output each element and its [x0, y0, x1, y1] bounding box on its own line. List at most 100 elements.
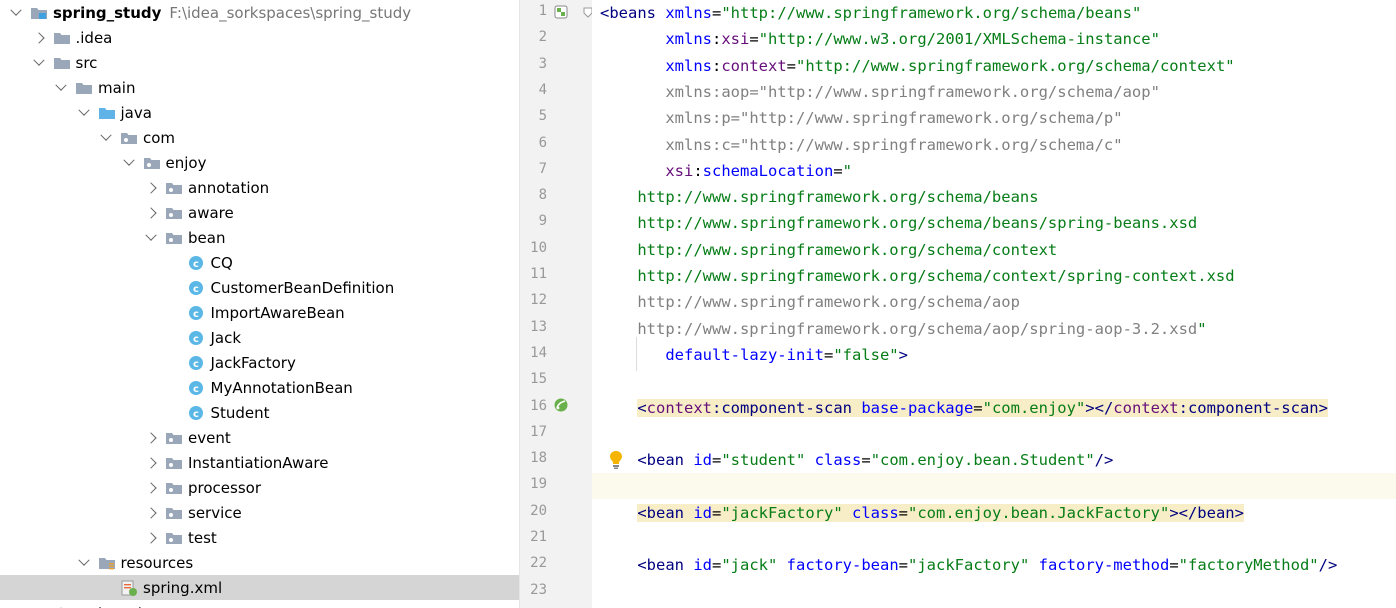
tree-item[interactable]: InstantiationAware: [0, 450, 519, 475]
tree-item[interactable]: resources: [0, 550, 519, 575]
tree-item-label: MyAnnotationBean: [210, 378, 353, 397]
line-number-text: 11: [530, 266, 547, 282]
tree-item[interactable]: c Jack: [0, 325, 519, 350]
chevron-down-icon[interactable]: [122, 150, 135, 175]
svg-text:c: c: [193, 309, 199, 320]
code-line[interactable]: http://www.springframework.org/schema/ao…: [592, 316, 1396, 342]
project-path: F:\idea_sorkspaces\spring_study: [169, 3, 412, 22]
tree-item-label: resources: [120, 553, 194, 572]
package-icon: [165, 430, 188, 446]
tree-item-label: CustomerBeanDefinition: [210, 278, 395, 297]
line-number-text: 6: [538, 134, 547, 151]
code-line[interactable]: xsi:schemaLocation=": [592, 158, 1396, 184]
chevron-right-icon[interactable]: [145, 525, 157, 550]
line-number: 4: [520, 79, 592, 105]
lightbulb-icon[interactable]: [608, 450, 624, 470]
tree-item[interactable]: c JackFactory: [0, 350, 519, 375]
code-line[interactable]: <bean id="student" class="com.enjoy.bean…: [592, 447, 1396, 473]
line-number-text: 9: [538, 213, 547, 230]
tree-item[interactable]: annotation: [0, 175, 519, 200]
tree-item[interactable]: spring_study F:\idea_sorkspaces\spring_st…: [0, 0, 519, 25]
chevron-right-icon[interactable]: [32, 25, 45, 50]
code-line[interactable]: [592, 473, 1396, 500]
chevron-right-icon[interactable]: [145, 475, 157, 500]
code-line[interactable]: [592, 421, 1396, 447]
tree-item[interactable]: target: [0, 600, 519, 608]
line-number: 11: [520, 263, 592, 289]
tree-item[interactable]: c CQ: [0, 250, 519, 275]
code-line[interactable]: xmlns:c="http://www.springframework.org/…: [592, 132, 1396, 158]
tree-item[interactable]: bean: [0, 225, 519, 250]
code-token: id: [693, 503, 712, 522]
line-number: 15: [520, 368, 592, 394]
tree-item[interactable]: c MyAnnotationBean: [0, 375, 519, 400]
code-line[interactable]: http://www.springframework.org/schema/co…: [592, 263, 1396, 289]
tree-item[interactable]: enjoy: [0, 150, 519, 175]
tree-item[interactable]: event: [0, 425, 519, 450]
chevron-down-icon[interactable]: [32, 50, 45, 75]
tree-item[interactable]: test: [0, 525, 519, 550]
tree-item[interactable]: java: [0, 100, 519, 125]
tree-item[interactable]: c ImportAwareBean: [0, 300, 519, 325]
code-line[interactable]: [592, 526, 1396, 552]
code-line[interactable]: http://www.springframework.org/schema/ao…: [592, 289, 1396, 315]
line-number: 9: [520, 210, 592, 236]
code-line[interactable]: [592, 368, 1396, 394]
chevron-right-icon[interactable]: [145, 200, 157, 225]
chevron-down-icon[interactable]: [55, 75, 67, 100]
code-line[interactable]: [592, 579, 1396, 605]
code-token: >: [898, 345, 908, 364]
code-line[interactable]: xmlns:aop="http://www.springframework.or…: [592, 79, 1396, 105]
tree-item[interactable]: c CustomerBeanDefinition: [0, 275, 519, 300]
code-line[interactable]: <beans xmlns="http://www.springframework…: [592, 0, 1396, 26]
line-number-text: 10: [530, 239, 547, 256]
chevron-down-icon[interactable]: [100, 125, 112, 150]
xml-editor[interactable]: <beans xmlns="http://www.springframework…: [592, 0, 1396, 608]
code-line[interactable]: xmlns:xsi="http://www.w3.org/2001/XMLSch…: [592, 26, 1396, 52]
line-number-text: 5: [538, 108, 547, 125]
tree-item[interactable]: main: [0, 75, 519, 100]
tree-item[interactable]: processor: [0, 475, 519, 500]
chevron-down-icon[interactable]: [77, 550, 90, 575]
chevron-down-icon[interactable]: [77, 100, 90, 125]
code-line[interactable]: http://www.springframework.org/schema/co…: [592, 237, 1396, 263]
code-token: schemaLocation: [702, 161, 834, 180]
folder-icon: [53, 55, 76, 71]
code-line[interactable]: default-lazy-init="false">: [592, 342, 1396, 368]
code-line[interactable]: http://www.springframework.org/schema/be…: [592, 184, 1396, 210]
code-token: :: [712, 56, 722, 75]
tree-item[interactable]: spring.xml: [0, 575, 519, 600]
code-line[interactable]: xmlns:context="http://www.springframewor…: [592, 53, 1396, 79]
chevron-down-icon[interactable]: [145, 225, 157, 250]
tree-item-label: aware: [188, 203, 234, 222]
code-line[interactable]: <bean id="jack" factory-bean="jackFactor…: [592, 552, 1396, 578]
chevron-right-icon[interactable]: [145, 500, 157, 525]
code-token: context: [646, 398, 712, 417]
chevron-right-icon[interactable]: [145, 450, 157, 475]
tree-item[interactable]: .idea: [0, 25, 519, 50]
code-line[interactable]: xmlns:p="http://www.springframework.org/…: [592, 105, 1396, 131]
class-icon: c: [188, 405, 211, 421]
code-token: context: [721, 56, 787, 75]
tree-item[interactable]: c Student: [0, 400, 519, 425]
chevron-down-icon[interactable]: [10, 0, 22, 25]
code-line[interactable]: <bean id="jackFactory" class="com.enjoy.…: [592, 500, 1396, 526]
svg-text:c: c: [193, 284, 199, 295]
tree-item[interactable]: src: [0, 50, 519, 75]
code-line[interactable]: http://www.springframework.org/schema/be…: [592, 210, 1396, 236]
tree-item[interactable]: aware: [0, 200, 519, 225]
chevron-right-icon[interactable]: [145, 425, 157, 450]
chevron-right-icon[interactable]: [145, 175, 157, 200]
class-icon: c: [188, 355, 211, 371]
chevron-right-icon[interactable]: [55, 600, 67, 608]
code-token: =: [823, 345, 834, 364]
code-line[interactable]: <context:component-scan base-package="co…: [592, 395, 1396, 421]
tree-item[interactable]: service: [0, 500, 519, 525]
line-number: 5: [520, 105, 592, 131]
tree-item[interactable]: com: [0, 125, 519, 150]
